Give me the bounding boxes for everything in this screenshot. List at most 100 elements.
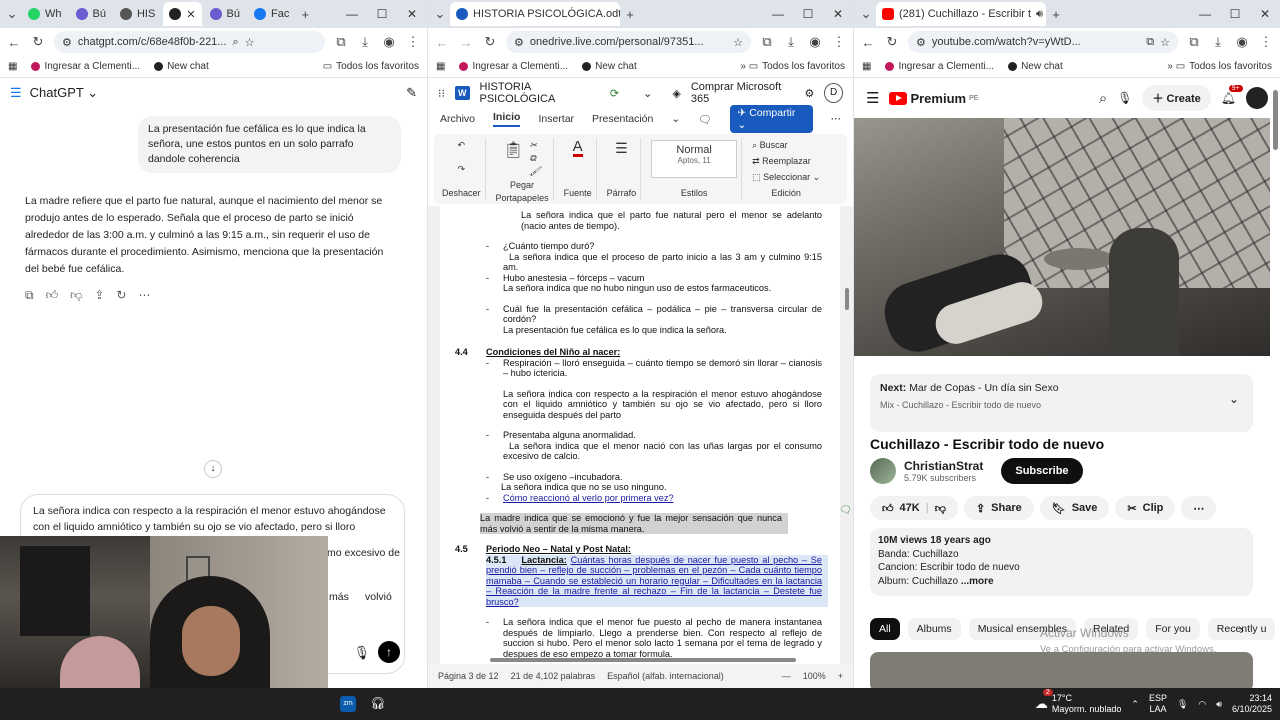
buy-m365-link[interactable]: Comprar Microsoft 365 — [691, 81, 795, 105]
select-button[interactable]: ⬚ Seleccionar ⌄ — [752, 172, 820, 183]
replace-button[interactable]: ⇄ Reemplazar — [752, 156, 811, 167]
tab-insertar[interactable]: Insertar — [538, 113, 574, 125]
tab-archivo[interactable]: Archivo — [440, 113, 475, 125]
save-button[interactable]: 🔖︎ Save — [1039, 496, 1110, 520]
menu-icon[interactable]: ⋮ — [831, 34, 847, 50]
undo-icon[interactable]: ↶ — [457, 140, 465, 151]
download-icon[interactable]: ⤓ — [357, 34, 373, 50]
copy-icon[interactable]: ⧉ — [529, 153, 540, 164]
page-count[interactable]: Página 3 de 12 — [438, 671, 499, 681]
word-count[interactable]: 21 de 4,102 palabras — [511, 671, 596, 681]
tab-chatgpt[interactable]: ✕ — [163, 2, 202, 26]
chevron-down-icon[interactable]: ⌄ — [671, 113, 680, 125]
tab-whatsapp[interactable]: Wh — [22, 2, 68, 26]
tab-historia-doc[interactable]: HISTORIA PSICOLÓGICA.odt✕ — [450, 2, 620, 26]
back-icon[interactable]: ← — [6, 35, 22, 50]
minimize-icon[interactable]: — — [337, 7, 367, 21]
profile-icon[interactable]: ◉ — [381, 34, 397, 50]
forward-icon[interactable]: → — [458, 35, 474, 50]
find-button[interactable]: ⌕ Buscar — [752, 140, 788, 151]
download-icon[interactable]: ⤓ — [783, 34, 799, 50]
tab-youtube[interactable]: (281) Cuchillazo - Escribir t🔊︎✕ — [876, 2, 1046, 26]
site-info-icon[interactable]: ⚙ — [62, 36, 72, 49]
paste-icon[interactable]: 📋︎ — [503, 140, 523, 177]
new-tab-icon[interactable]: + — [1048, 7, 1064, 22]
star-icon[interactable]: ☆ — [733, 36, 743, 49]
chevron-down-icon[interactable]: ⌄ — [1229, 392, 1239, 406]
thumbs-up-icon[interactable]: 👍︎ — [46, 288, 59, 303]
wifi-icon[interactable]: ◠ — [1198, 699, 1206, 710]
vertical-scrollbar[interactable] — [845, 288, 849, 310]
channel-avatar[interactable] — [870, 458, 896, 484]
chip-all[interactable]: All — [870, 618, 900, 640]
tab-inicio[interactable]: Inicio — [493, 111, 521, 127]
star-icon[interactable]: ☆ — [245, 36, 255, 49]
video-player[interactable] — [854, 118, 1270, 356]
language[interactable]: Español (alfab. internacional) — [607, 671, 724, 681]
mic-icon[interactable]: 🎙︎ — [1117, 91, 1132, 105]
maximize-icon[interactable]: ☐ — [793, 7, 823, 21]
app-icon[interactable]: 🎧︎ — [370, 696, 386, 712]
share-icon[interactable]: ⇪ — [94, 288, 104, 303]
hamburger-icon[interactable]: ☰ — [866, 89, 879, 107]
mic-icon[interactable]: 🎙︎ — [353, 645, 370, 661]
youtube-logo[interactable]: Premium PE — [889, 91, 978, 106]
channel-name[interactable]: ChristianStrat — [904, 459, 983, 473]
paragraph-icon[interactable]: ☰ — [615, 140, 628, 157]
model-selector[interactable]: ChatGPT ⌄ — [30, 85, 98, 101]
thumbs-down-icon[interactable]: 👎︎ — [70, 288, 82, 303]
font-label[interactable]: Fuente — [564, 188, 592, 198]
close-window-icon[interactable]: ✕ — [1250, 7, 1280, 21]
new-tab-icon[interactable]: + — [297, 7, 313, 22]
like-button[interactable]: 👍︎ 47K | 👎︎ — [870, 496, 958, 520]
bookmark-clementi[interactable]: Ingresar a Clementi... — [459, 61, 568, 72]
url-field[interactable]: ⚙ youtube.com/watch?v=yWtD... ⧉ ☆ — [908, 31, 1178, 53]
close-icon[interactable]: ✕ — [186, 8, 195, 21]
scroll-down-button[interactable]: ↓ — [204, 460, 222, 478]
chevron-right-icon[interactable]: › — [1240, 622, 1244, 637]
horizontal-scrollbar[interactable] — [490, 658, 796, 662]
reload-icon[interactable]: ↻ — [884, 34, 900, 50]
apps-icon[interactable]: ▦ — [436, 61, 445, 72]
chevron-down-icon[interactable]: ⌄ — [643, 87, 652, 100]
cut-icon[interactable]: ✂ — [529, 140, 540, 151]
tab-search-1[interactable]: Bú — [70, 2, 112, 26]
back-icon[interactable]: ← — [860, 35, 876, 50]
extensions-icon[interactable]: ⧉ — [759, 34, 775, 50]
bookmark-all[interactable]: ▭ Todos los favoritos — [323, 61, 419, 72]
extensions-icon[interactable]: ⧉ — [1186, 34, 1202, 50]
chip-albums[interactable]: Albums — [907, 618, 961, 640]
font-color-icon[interactable]: A — [572, 139, 583, 157]
zoom-level[interactable]: 100% — [803, 671, 826, 681]
site-info-icon[interactable]: ⚙ — [514, 36, 524, 49]
reload-icon[interactable]: ↻ — [30, 34, 46, 50]
share-button[interactable]: ✈ Compartir ⌄ — [729, 105, 813, 133]
more-link[interactable]: ...more — [961, 576, 994, 587]
tab-facebook[interactable]: Fac — [248, 2, 295, 26]
account-avatar[interactable] — [1246, 87, 1268, 109]
bookmark-clementi[interactable]: Ingresar a Clementi... — [31, 61, 140, 72]
close-window-icon[interactable]: ✕ — [823, 7, 853, 21]
bookmark-all[interactable]: » ▭ Todos los favoritos — [1167, 61, 1272, 72]
style-gallery[interactable]: Normal Aptos, 11 — [651, 140, 738, 178]
subscribe-button[interactable]: Subscribe — [1001, 458, 1083, 484]
bookmark-clementi[interactable]: Ingresar a Clementi... — [885, 61, 994, 72]
search-icon[interactable]: ⌕ — [232, 36, 238, 49]
paragraph-label[interactable]: Párrafo — [607, 188, 637, 198]
apps-icon[interactable]: ▦ — [8, 61, 17, 72]
download-icon[interactable]: ⤓ — [1210, 34, 1226, 50]
reload-icon[interactable]: ↻ — [482, 34, 498, 50]
bookmark-new-chat[interactable]: New chat — [1008, 61, 1063, 72]
zoom-in-icon[interactable]: + — [838, 671, 843, 681]
minimize-icon[interactable]: — — [1190, 7, 1220, 21]
minimize-icon[interactable]: — — [763, 7, 793, 21]
weather-widget[interactable]: ☁ 2 17°C Mayorm. nublado — [1035, 689, 1121, 715]
new-tab-icon[interactable]: + — [622, 7, 638, 22]
description-box[interactable]: 10M views 18 years ago Banda: Cuchillazo… — [870, 528, 1253, 596]
url-field[interactable]: ⚙ chatgpt.com/c/68e48f0b-221... ⌕ ☆ — [54, 31, 325, 53]
mic-icon[interactable]: 🎙︎ — [1177, 699, 1188, 710]
bookmark-new-chat[interactable]: New chat — [582, 61, 637, 72]
maximize-icon[interactable]: ☐ — [367, 7, 397, 21]
document-area[interactable]: ▭ La señora indica que el parto fue natu… — [428, 206, 853, 664]
regenerate-icon[interactable]: ↻ — [116, 288, 126, 303]
